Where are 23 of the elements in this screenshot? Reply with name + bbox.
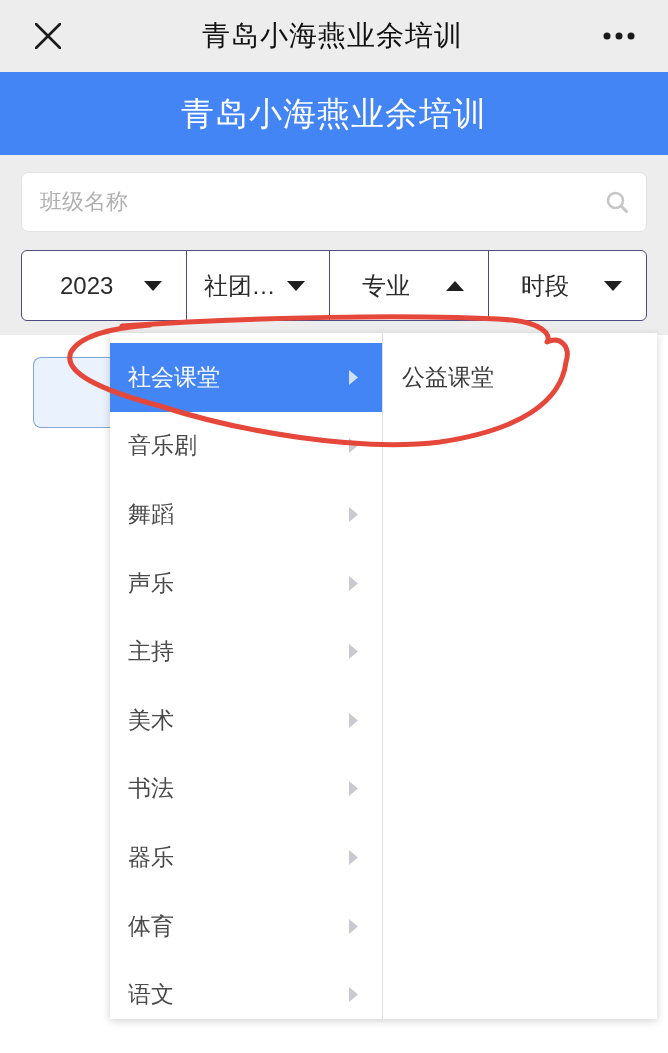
covered-button[interactable] bbox=[33, 357, 110, 428]
caret-right-icon bbox=[349, 918, 358, 934]
caret-right-icon bbox=[349, 575, 358, 591]
filter-dropdown[interactable]: 专业 bbox=[329, 251, 488, 320]
caret-right-icon bbox=[349, 987, 358, 1003]
submenu-item[interactable]: 公益课堂 bbox=[383, 343, 657, 412]
caret-right-icon bbox=[349, 369, 358, 385]
caret-right-icon bbox=[349, 781, 358, 797]
page-title: 青岛小海燕业余培训 bbox=[201, 22, 463, 50]
more-icon[interactable] bbox=[603, 32, 635, 40]
search-field[interactable]: 班级名称 bbox=[21, 172, 647, 232]
caret-right-icon bbox=[349, 438, 358, 454]
menu-item[interactable]: 社会课堂 bbox=[110, 343, 382, 412]
caret-right-icon bbox=[349, 712, 358, 728]
close-icon[interactable] bbox=[35, 23, 61, 49]
menu-item[interactable]: 语文 bbox=[110, 960, 382, 1019]
caret-right-icon bbox=[349, 507, 358, 522]
header-title: 青岛小海燕业余培训 bbox=[181, 97, 487, 130]
filter-dropdown[interactable]: 社团… bbox=[185, 251, 329, 320]
filter-dropdown[interactable]: 2023 bbox=[22, 251, 186, 320]
filter-dropdown[interactable]: 时段 bbox=[487, 251, 646, 320]
caret-right-icon bbox=[349, 849, 358, 865]
caret-right-icon bbox=[349, 644, 358, 660]
